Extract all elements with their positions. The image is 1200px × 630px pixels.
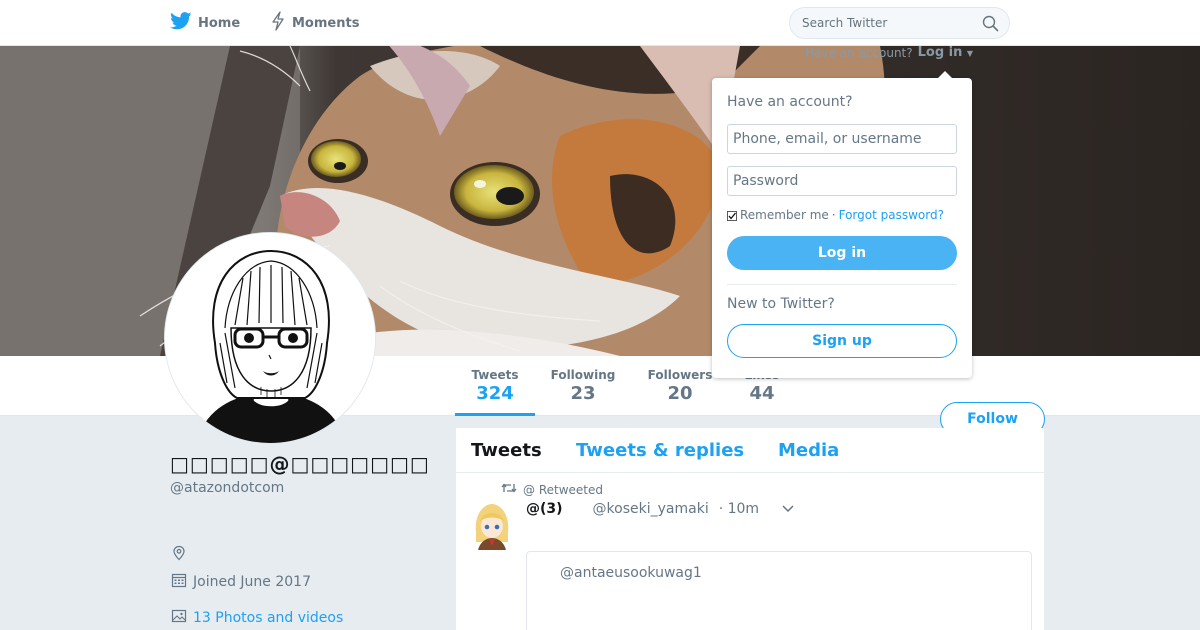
- stat-label: Following: [550, 368, 616, 382]
- remember-me-row: Remember me · Forgot password?: [727, 208, 944, 222]
- tab-tweets[interactable]: Tweets: [471, 440, 542, 461]
- stat-value: 23: [570, 383, 596, 404]
- stat-tweets[interactable]: Tweets 324: [470, 368, 520, 404]
- forgot-password-link[interactable]: Forgot password?: [839, 208, 944, 222]
- nav-moments[interactable]: Moments: [270, 0, 359, 46]
- stat-label: Tweets: [471, 368, 519, 382]
- top-navigation-bar: Home Moments: [0, 0, 1200, 46]
- tweet-timestamp[interactable]: · 10m: [719, 501, 759, 517]
- tweet-header: @(3) @koseki_yamaki · 10m: [526, 501, 795, 517]
- search-icon[interactable]: [982, 15, 999, 36]
- password-field[interactable]: [727, 166, 957, 196]
- tweet-author-handle[interactable]: @koseki_yamaki: [593, 501, 709, 517]
- joined-text: Joined June 2017: [193, 574, 311, 590]
- retweet-icon: [501, 482, 517, 497]
- nav-home-label: Home: [198, 15, 241, 31]
- timeline: Tweets Tweets & replies Media @ Retweete…: [456, 428, 1044, 630]
- search-box: [789, 7, 1010, 39]
- tweet-author-name[interactable]: @(3): [526, 501, 563, 517]
- quoted-tweet-card[interactable]: @antaeusookuwag1: [526, 551, 1032, 630]
- remember-me-label: Remember me: [740, 208, 829, 222]
- stat-label: Followers: [647, 368, 713, 382]
- stat-value: 44: [749, 383, 775, 404]
- login-dropdown-heading: Have an account?: [727, 94, 853, 110]
- search-input[interactable]: [802, 16, 972, 30]
- login-submit-button[interactable]: Log in: [727, 236, 957, 270]
- profile-avatar[interactable]: [164, 232, 376, 444]
- image-icon: [171, 608, 187, 628]
- retweet-context: @ Retweeted: [501, 482, 603, 497]
- stat-following[interactable]: Following 23: [549, 368, 617, 404]
- profile-handle[interactable]: @atazondotcom: [170, 480, 284, 496]
- signup-button[interactable]: Sign up: [727, 324, 957, 358]
- tweet-author-avatar[interactable]: [472, 502, 512, 550]
- profile-joined-date: Joined June 2017: [171, 572, 311, 592]
- nav-moments-label: Moments: [292, 15, 360, 31]
- timeline-tabs: Tweets Tweets & replies Media: [456, 428, 1044, 473]
- tab-media[interactable]: Media: [778, 440, 839, 461]
- nav-home[interactable]: Home: [170, 0, 240, 46]
- lightning-icon: [270, 11, 286, 35]
- stat-followers[interactable]: Followers 20: [646, 368, 714, 404]
- dropdown-arrow: [938, 71, 952, 78]
- login-link-label: Log in: [917, 45, 963, 60]
- profile-photos-link[interactable]: 13 Photos and videos: [171, 608, 343, 628]
- active-tab-indicator: [455, 413, 535, 416]
- tab-tweets-and-replies[interactable]: Tweets & replies: [576, 440, 744, 461]
- profile-location: [171, 545, 187, 565]
- location-pin-icon: [171, 545, 187, 565]
- have-account-text: Have an account?: [805, 45, 913, 60]
- stat-value: 324: [476, 383, 514, 404]
- remember-me-checkbox[interactable]: [727, 210, 737, 221]
- login-dropdown-toggle[interactable]: Log in ▼: [918, 45, 973, 60]
- photos-link-label: 13 Photos and videos: [193, 610, 344, 626]
- retweet-context-text: @ Retweeted: [523, 482, 603, 497]
- stat-value: 20: [667, 383, 693, 404]
- quoted-tweet-handle: @antaeusookuwag1: [560, 565, 702, 581]
- dropdown-divider: [727, 284, 957, 285]
- profile-display-name: □□□□□@□□□□□□□: [170, 452, 430, 476]
- login-dropdown: Have an account? Remember me · Forgot pa…: [712, 71, 972, 378]
- chevron-down-icon[interactable]: [781, 504, 795, 514]
- caret-down-icon: ▼: [966, 49, 974, 58]
- new-to-twitter-heading: New to Twitter?: [727, 296, 835, 312]
- have-account-prompt: Have an account? Log in ▼: [805, 45, 973, 60]
- separator-dot: ·: [831, 208, 836, 222]
- username-field[interactable]: [727, 124, 957, 154]
- calendar-icon: [171, 572, 187, 592]
- twitter-bird-icon: [170, 12, 192, 34]
